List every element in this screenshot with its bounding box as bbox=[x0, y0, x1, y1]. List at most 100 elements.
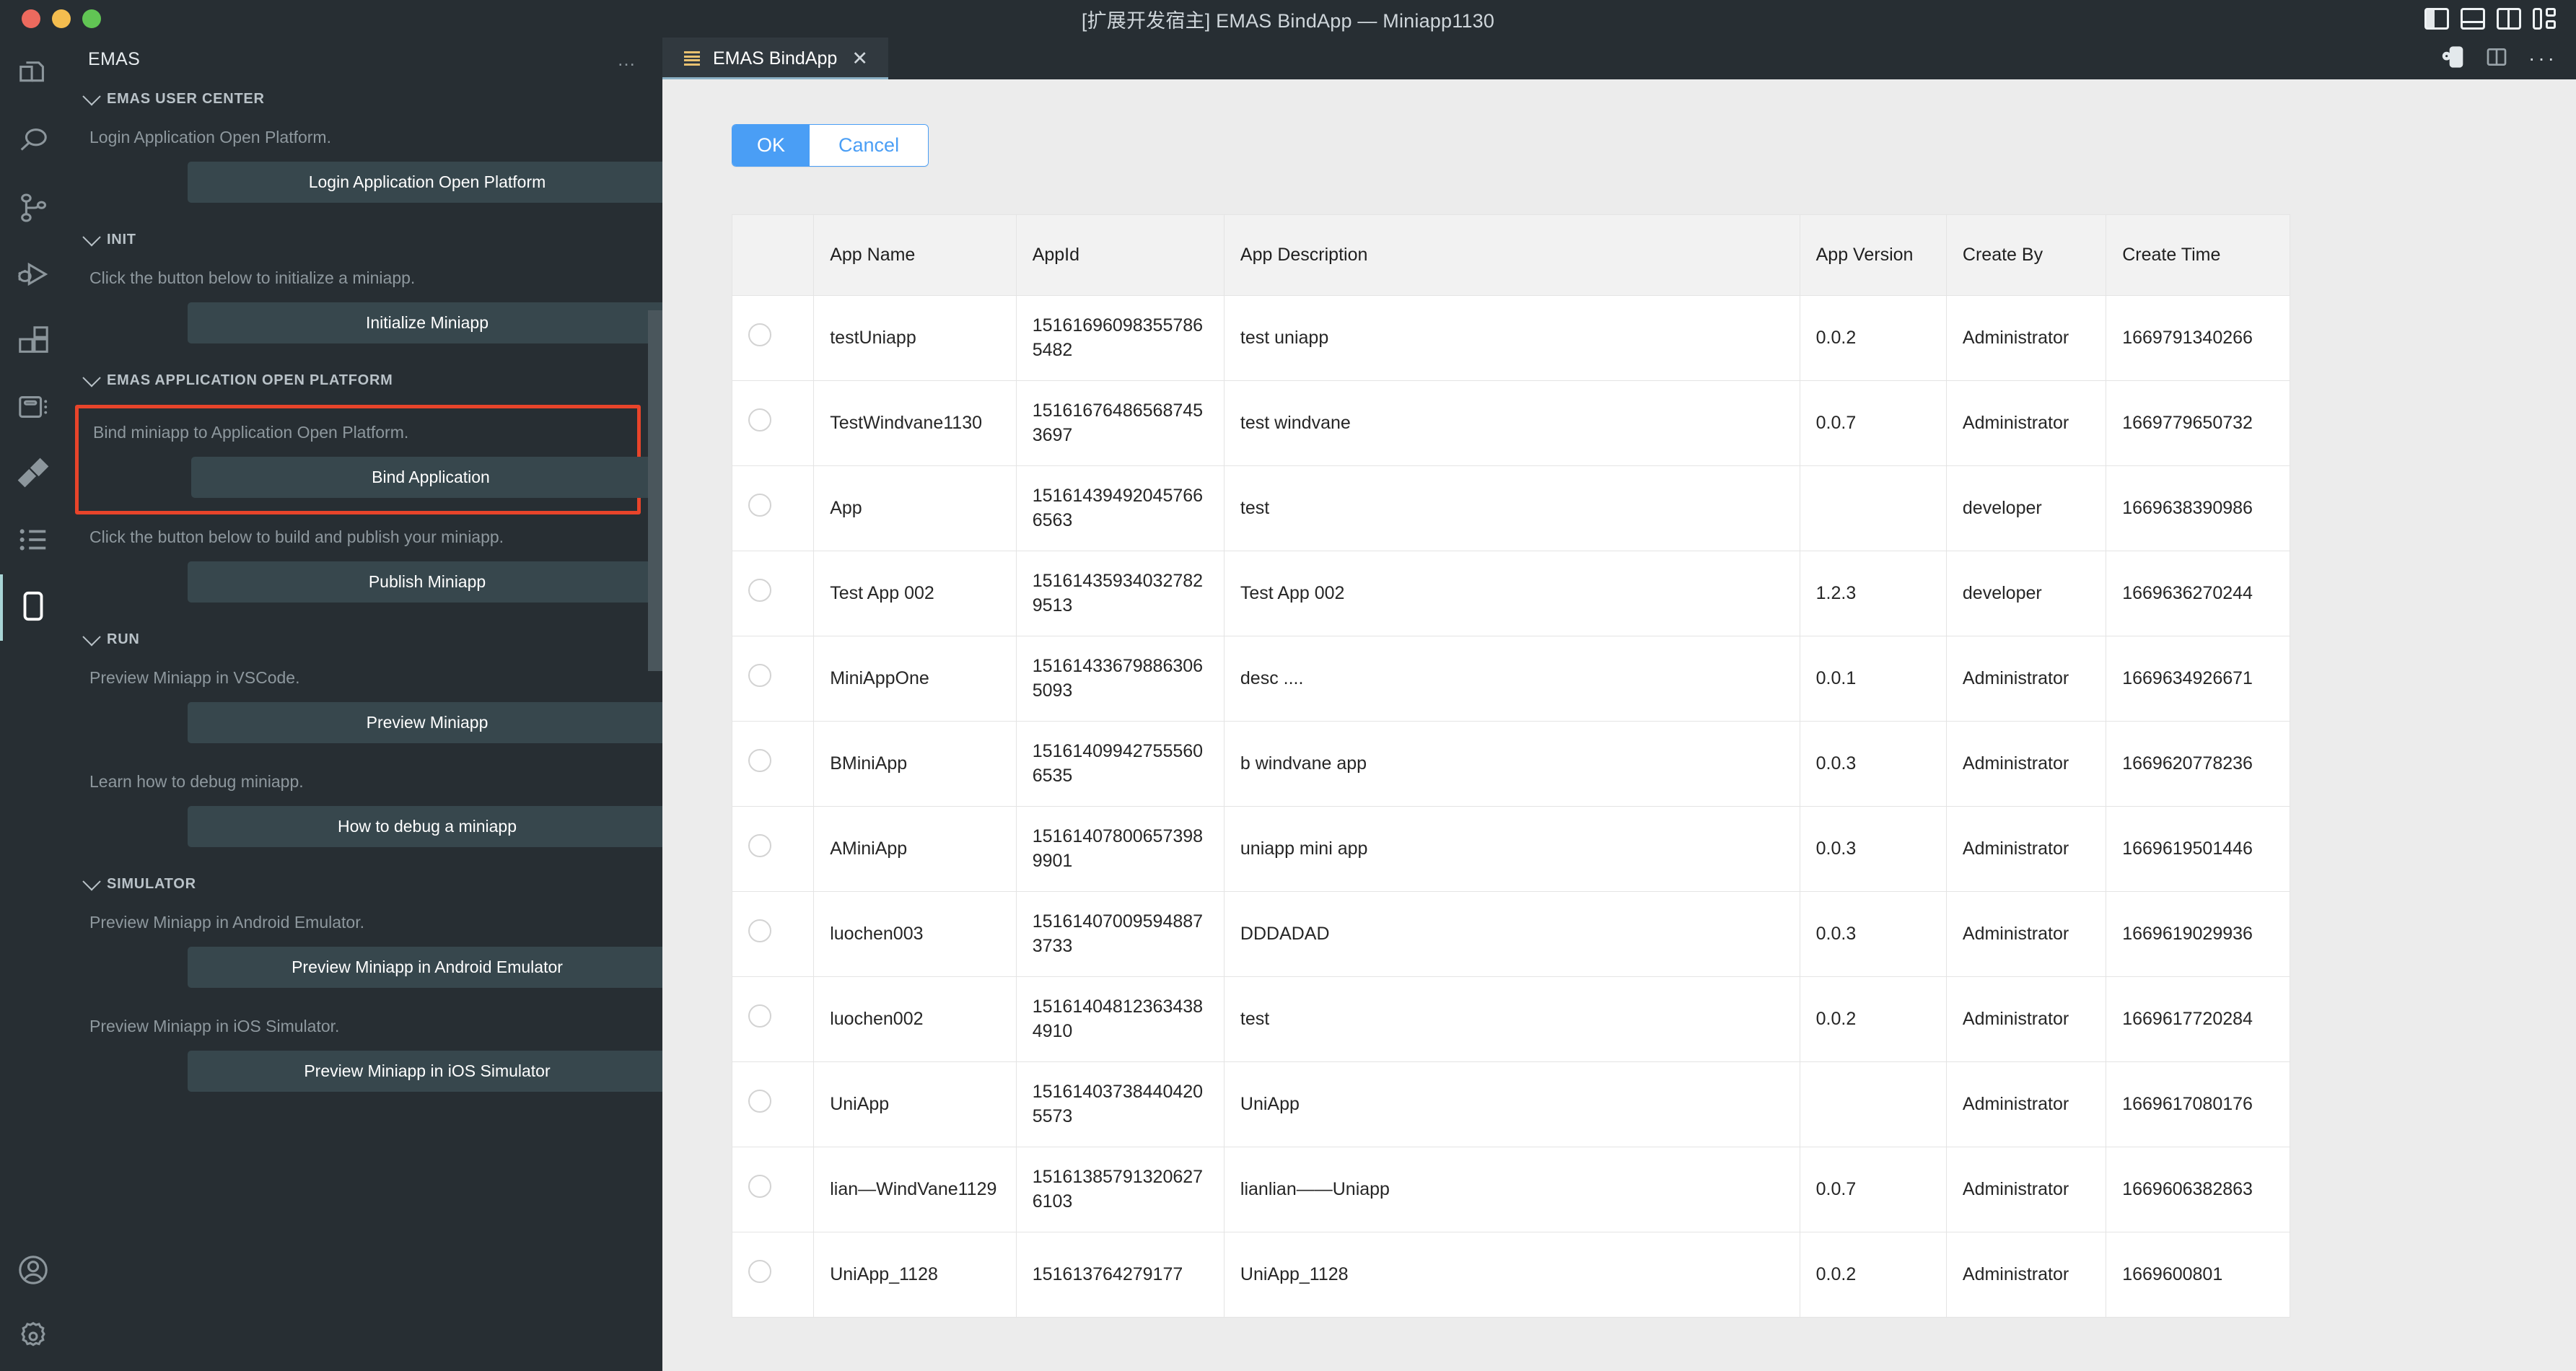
activity-item-task-list[interactable] bbox=[0, 508, 66, 574]
search-icon bbox=[17, 125, 50, 162]
cell-app-name: testUniapp bbox=[813, 295, 1017, 381]
table-row[interactable]: MiniAppOne 151614336798863065093 desc ....… bbox=[731, 636, 2290, 722]
radio-button[interactable] bbox=[748, 1089, 771, 1113]
radio-button[interactable] bbox=[748, 919, 771, 942]
more-actions-icon[interactable]: ··· bbox=[2528, 48, 2557, 69]
table-row[interactable]: testUniapp 151616960983557865482 test unia… bbox=[731, 295, 2290, 381]
radio-button[interactable] bbox=[748, 408, 771, 432]
cell-app-name: MiniAppOne bbox=[813, 636, 1017, 722]
minimize-window-button[interactable] bbox=[52, 9, 71, 28]
bind-application-button[interactable]: Bind Application bbox=[191, 457, 662, 498]
radio-button[interactable] bbox=[748, 748, 771, 772]
row-select-cell[interactable] bbox=[731, 1147, 815, 1232]
primary-sidebar: EMAS … EMAS USER CENTER Login Applicatio… bbox=[66, 38, 662, 1371]
table-row[interactable]: UniApp_1128 151613764279177 UniApp_1128 0.0… bbox=[731, 1232, 2290, 1318]
cell-create-time: 1669791340266 bbox=[2106, 295, 2290, 381]
toggle-primary-sidebar-icon[interactable] bbox=[2424, 8, 2449, 30]
publish-miniapp-button[interactable]: Publish Miniapp bbox=[188, 561, 662, 603]
row-select-cell[interactable] bbox=[731, 465, 815, 551]
column-create-time: Create Time bbox=[2106, 214, 2290, 296]
activity-item-remote-explorer[interactable] bbox=[0, 375, 66, 442]
cell-app-name: UniApp_1128 bbox=[813, 1232, 1017, 1318]
row-select-cell[interactable] bbox=[731, 1232, 815, 1318]
radio-button[interactable] bbox=[748, 1174, 771, 1198]
how-to-debug-a-miniapp-button[interactable]: How to debug a miniapp bbox=[188, 806, 662, 847]
preview-miniapp-button[interactable]: Preview Miniapp bbox=[188, 702, 662, 743]
table-row[interactable]: TestWindvane1130 151616764865687453697 tes… bbox=[731, 380, 2290, 466]
task-list-icon bbox=[17, 523, 50, 560]
cell-app-name: BMiniApp bbox=[813, 721, 1017, 807]
maximize-window-button[interactable] bbox=[82, 9, 101, 28]
row-select-cell[interactable] bbox=[731, 1061, 815, 1147]
toggle-panel-icon[interactable] bbox=[2461, 8, 2485, 30]
table-row[interactable]: Test App 002 151614359340327829513 Test Ap… bbox=[731, 551, 2290, 636]
sidebar-section-simulator[interactable]: SIMULATOR bbox=[66, 866, 662, 903]
cell-create-time: 1669638390986 bbox=[2106, 465, 2290, 551]
cell-app-id: 151616764865687453697 bbox=[1015, 380, 1225, 466]
cell-app-name: luochen003 bbox=[813, 891, 1017, 977]
activity-item-run-and-debug[interactable] bbox=[0, 242, 66, 309]
sidebar-section-run[interactable]: RUN bbox=[66, 621, 662, 658]
sidebar-more-actions-icon[interactable]: … bbox=[617, 50, 638, 69]
activity-item-source-control[interactable] bbox=[0, 176, 66, 242]
table-row[interactable]: luochen003 151614070095948873733 DDDADAD 0.… bbox=[731, 891, 2290, 977]
row-select-cell[interactable] bbox=[731, 976, 815, 1062]
activity-item-tools[interactable] bbox=[0, 442, 66, 508]
device-settings-icon[interactable] bbox=[2442, 45, 2465, 72]
row-select-cell[interactable] bbox=[731, 295, 815, 381]
activity-item-miniapp-device[interactable] bbox=[0, 574, 66, 641]
section-description-debug: Learn how to debug miniapp. bbox=[89, 772, 304, 791]
activity-item-search[interactable] bbox=[0, 110, 66, 176]
radio-button[interactable] bbox=[748, 663, 771, 687]
editor-tab-bar: EMAS BindApp ✕ ··· bbox=[662, 38, 2576, 79]
radio-button[interactable] bbox=[748, 833, 771, 857]
activity-item-manage-settings[interactable] bbox=[0, 1305, 66, 1371]
cell-app-version bbox=[1799, 465, 1947, 551]
ok-button[interactable]: OK bbox=[732, 125, 810, 166]
tab-emas-bindapp[interactable]: EMAS BindApp ✕ bbox=[662, 38, 888, 79]
split-editor-icon[interactable] bbox=[2485, 45, 2508, 72]
row-select-cell[interactable] bbox=[731, 551, 815, 636]
cell-create-by: Administrator bbox=[1945, 976, 2107, 1062]
table-row[interactable]: UniApp 151614037384404205573 UniApp Adminis… bbox=[731, 1061, 2290, 1147]
radio-button[interactable] bbox=[748, 323, 771, 346]
row-select-cell[interactable] bbox=[731, 380, 815, 466]
cell-app-id: 151614070095948873733 bbox=[1015, 891, 1225, 977]
radio-button[interactable] bbox=[748, 1259, 771, 1283]
preview-miniapp-ios-simulator-button[interactable]: Preview Miniapp in iOS Simulator bbox=[188, 1051, 662, 1092]
radio-button[interactable] bbox=[748, 1004, 771, 1028]
sidebar-title: EMAS bbox=[88, 48, 141, 69]
cell-app-version: 0.0.2 bbox=[1799, 1232, 1947, 1318]
sidebar-scrollbar[interactable] bbox=[648, 310, 662, 671]
table-row[interactable]: BMiniApp 151614099427555606535 b windvane … bbox=[731, 721, 2290, 807]
activity-item-explorer[interactable] bbox=[0, 43, 66, 110]
cancel-button[interactable]: Cancel bbox=[810, 125, 929, 166]
row-select-cell[interactable] bbox=[731, 891, 815, 977]
preview-miniapp-android-emulator-button[interactable]: Preview Miniapp in Android Emulator bbox=[188, 947, 662, 988]
toggle-secondary-sidebar-icon[interactable] bbox=[2497, 8, 2521, 30]
row-select-cell[interactable] bbox=[731, 636, 815, 722]
close-window-button[interactable] bbox=[22, 9, 40, 28]
bindapp-webview: OK Cancel App Name AppId App Description… bbox=[662, 79, 2576, 1371]
sidebar-section-emas-application-open-platform[interactable]: EMAS APPLICATION OPEN PLATFORM bbox=[66, 362, 662, 399]
radio-button[interactable] bbox=[748, 578, 771, 602]
table-row[interactable]: lian—WindVane1129 151613857913206276103 li… bbox=[731, 1147, 2290, 1232]
close-icon[interactable]: ✕ bbox=[850, 48, 869, 69]
sidebar-section-init[interactable]: INIT bbox=[66, 222, 662, 258]
login-application-open-platform-button[interactable]: Login Application Open Platform bbox=[188, 162, 662, 203]
row-select-cell[interactable] bbox=[731, 806, 815, 892]
activity-item-extensions[interactable] bbox=[0, 309, 66, 375]
row-select-cell[interactable] bbox=[731, 721, 815, 807]
table-row[interactable]: AMiniApp 151614078006573989901 uniapp mini… bbox=[731, 806, 2290, 892]
customize-layout-icon[interactable] bbox=[2533, 8, 2557, 30]
account-icon bbox=[17, 1253, 50, 1290]
activity-item-accounts[interactable] bbox=[0, 1238, 66, 1305]
table-row[interactable]: App 151614394920457666563 test developer 166… bbox=[731, 465, 2290, 551]
table-row[interactable]: luochen002 151614048123634384910 test 0.0.2… bbox=[731, 976, 2290, 1062]
cell-app-description: DDDADAD bbox=[1223, 891, 1800, 977]
cell-app-version: 0.0.7 bbox=[1799, 380, 1947, 466]
radio-button[interactable] bbox=[748, 493, 771, 517]
section-label: RUN bbox=[107, 631, 140, 647]
initialize-miniapp-button[interactable]: Initialize Miniapp bbox=[188, 302, 662, 343]
sidebar-section-emas-user-center[interactable]: EMAS USER CENTER bbox=[66, 81, 662, 118]
